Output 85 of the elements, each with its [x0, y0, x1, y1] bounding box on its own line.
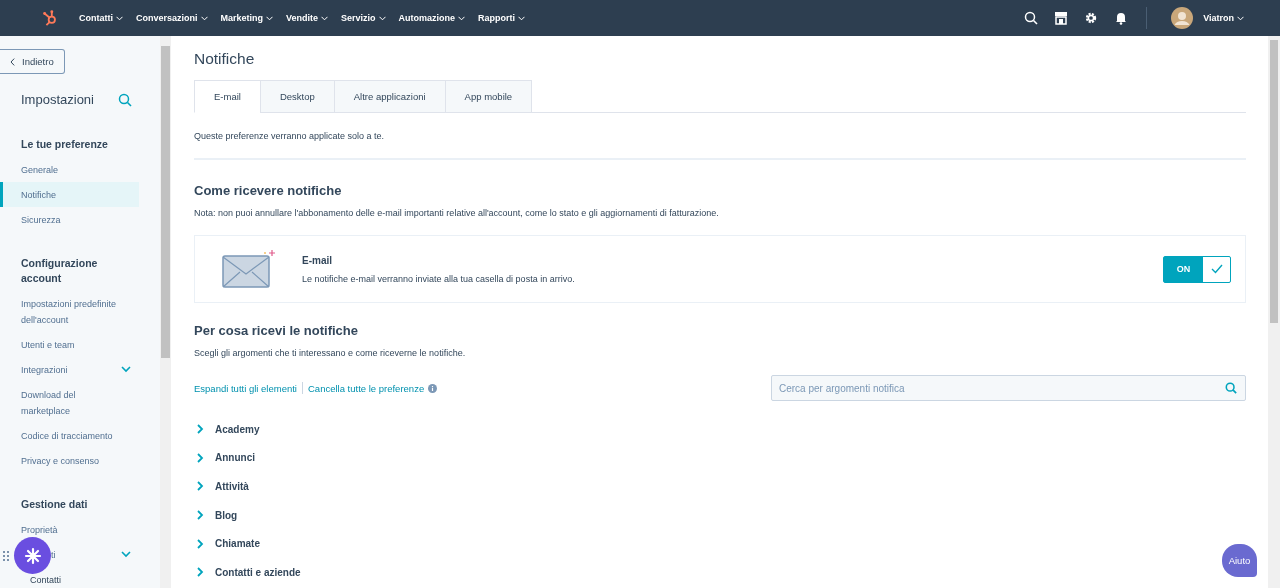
info-icon[interactable] [428, 383, 438, 393]
sidebar-item[interactable]: Generale [0, 157, 139, 182]
search-icon[interactable] [1024, 11, 1039, 25]
chevron-icon[interactable] [197, 452, 204, 463]
sidebar-item[interactable]: Privacy e consenso [0, 448, 139, 473]
chevron-icon[interactable] [197, 510, 204, 521]
caret-icon [321, 15, 329, 21]
scrollbar[interactable] [1268, 36, 1280, 588]
back-button[interactable]: Indietro [0, 49, 65, 74]
channel-description: Le notifiche e-mail verranno inviate alla tua casella di posta in arrivo. [302, 273, 576, 284]
section-heading: Per cosa ricevi le notifiche [194, 323, 360, 338]
topic-label: Blog [215, 509, 238, 521]
topic-row[interactable]: Blog [194, 500, 238, 530]
chevron-icon[interactable] [197, 424, 204, 435]
intro-text: Queste preferenze verranno applicate solo a te. [194, 131, 386, 141]
sidebar-item[interactable]: Proprietà [0, 517, 139, 542]
description-text: Scegli gli argomenti che ti interessano e come riceverne le notifiche. [194, 348, 467, 358]
nav-menu-item[interactable]: Vendite [286, 13, 329, 23]
drag-handle-icon[interactable] [3, 551, 9, 561]
scrollbar-thumb[interactable] [1270, 40, 1278, 323]
scrollbar-thumb[interactable] [161, 46, 170, 358]
caret-icon [266, 15, 274, 21]
topic-row[interactable]: Chiamate [194, 529, 260, 558]
user-menu[interactable]: Viatron [1203, 13, 1244, 23]
topic-row[interactable]: Annunci [194, 443, 255, 473]
chevron-icon[interactable] [197, 481, 204, 492]
topic-row[interactable]: Academy [194, 415, 260, 444]
settings-title: Impostazioni [21, 92, 94, 107]
logo-icon[interactable] [41, 9, 59, 27]
envelope-icon [222, 249, 276, 289]
bell-icon[interactable] [1114, 11, 1129, 25]
sidebar-item[interactable]: Notifiche [0, 182, 139, 207]
topic-row[interactable]: Contatti e aziende [194, 557, 301, 587]
settings-icon[interactable] [1084, 11, 1099, 25]
topic-label: Annunci [215, 452, 255, 464]
chevron-icon[interactable] [197, 567, 204, 578]
tab[interactable]: App mobile [444, 80, 533, 113]
avatar-icon[interactable] [1171, 7, 1194, 29]
caret-icon [518, 15, 526, 21]
expand-all-link[interactable]: Espandi tutti gli elementi [194, 382, 297, 394]
checkmark-icon [1210, 264, 1223, 274]
sidebar-item[interactable]: Download del marketplace [0, 382, 139, 423]
chevron-icon[interactable] [121, 366, 131, 373]
asterisk-icon [22, 545, 43, 566]
topic-row[interactable]: Attività [194, 472, 249, 501]
nav-menu-item[interactable]: Servizio [341, 13, 386, 23]
tab[interactable]: E-mail [194, 80, 261, 113]
nav-menu-item[interactable]: Conversazioni [136, 13, 208, 23]
page-title: Notifiche [194, 50, 256, 68]
sidebar-item[interactable]: Impostazioni predefinite dell'account [0, 291, 139, 332]
topic-label: Academy [215, 423, 260, 435]
note-text: Nota: non puoi annullare l'abbonamento delle e-mail importanti relative all'account, come lo stato e gli aggiornamenti di fatturazione. [194, 208, 720, 218]
caret-icon [378, 15, 386, 21]
back-chevron-icon [10, 57, 15, 66]
nav-menu-item[interactable]: Automazione [398, 13, 466, 23]
sidebar-item[interactable]: Codice di tracciamento [0, 423, 139, 448]
caret-icon [1237, 15, 1244, 21]
caret-icon [458, 15, 466, 21]
topic-label: Chiamate [215, 538, 260, 550]
topic-label: Contatti e aziende [215, 566, 301, 578]
section-heading: Configurazione account [20, 256, 99, 286]
nav-menu-item[interactable]: Contatti [79, 13, 123, 23]
search-field[interactable]: Cerca per argomenti notifica [771, 375, 1246, 401]
channel-title: E-mail [302, 254, 333, 266]
chevron-icon[interactable] [121, 551, 131, 558]
sidebar-subitem[interactable]: Contatti [0, 567, 139, 586]
sidebar-item[interactable]: ti [0, 542, 139, 567]
section-heading: Come ricevere notifiche [194, 183, 343, 198]
tab[interactable]: Desktop [259, 80, 335, 113]
topic-label: Attività [215, 481, 249, 492]
sidebar-item[interactable]: Utenti e team [0, 332, 139, 357]
caret-icon [200, 15, 208, 21]
nav-menu-item[interactable]: Rapporti [478, 13, 526, 23]
tab[interactable]: Altre applicazioni [333, 80, 446, 113]
chevron-icon[interactable] [197, 538, 204, 549]
scrollbar[interactable] [160, 36, 171, 588]
section-heading: Gestione dati [20, 497, 89, 512]
section-heading: Le tue preferenze [20, 137, 109, 152]
sidebar-item[interactable]: Integrazioni [0, 357, 139, 382]
clear-preferences-link[interactable]: Cancella tutte le preferenze [308, 382, 425, 394]
sidebar-item[interactable]: Sicurezza [0, 207, 139, 232]
caret-icon [116, 15, 123, 21]
nav-menu-item[interactable]: Marketing [220, 13, 274, 23]
storefront-icon[interactable] [1054, 11, 1069, 25]
help-button[interactable]: Aiuto [1222, 544, 1257, 577]
